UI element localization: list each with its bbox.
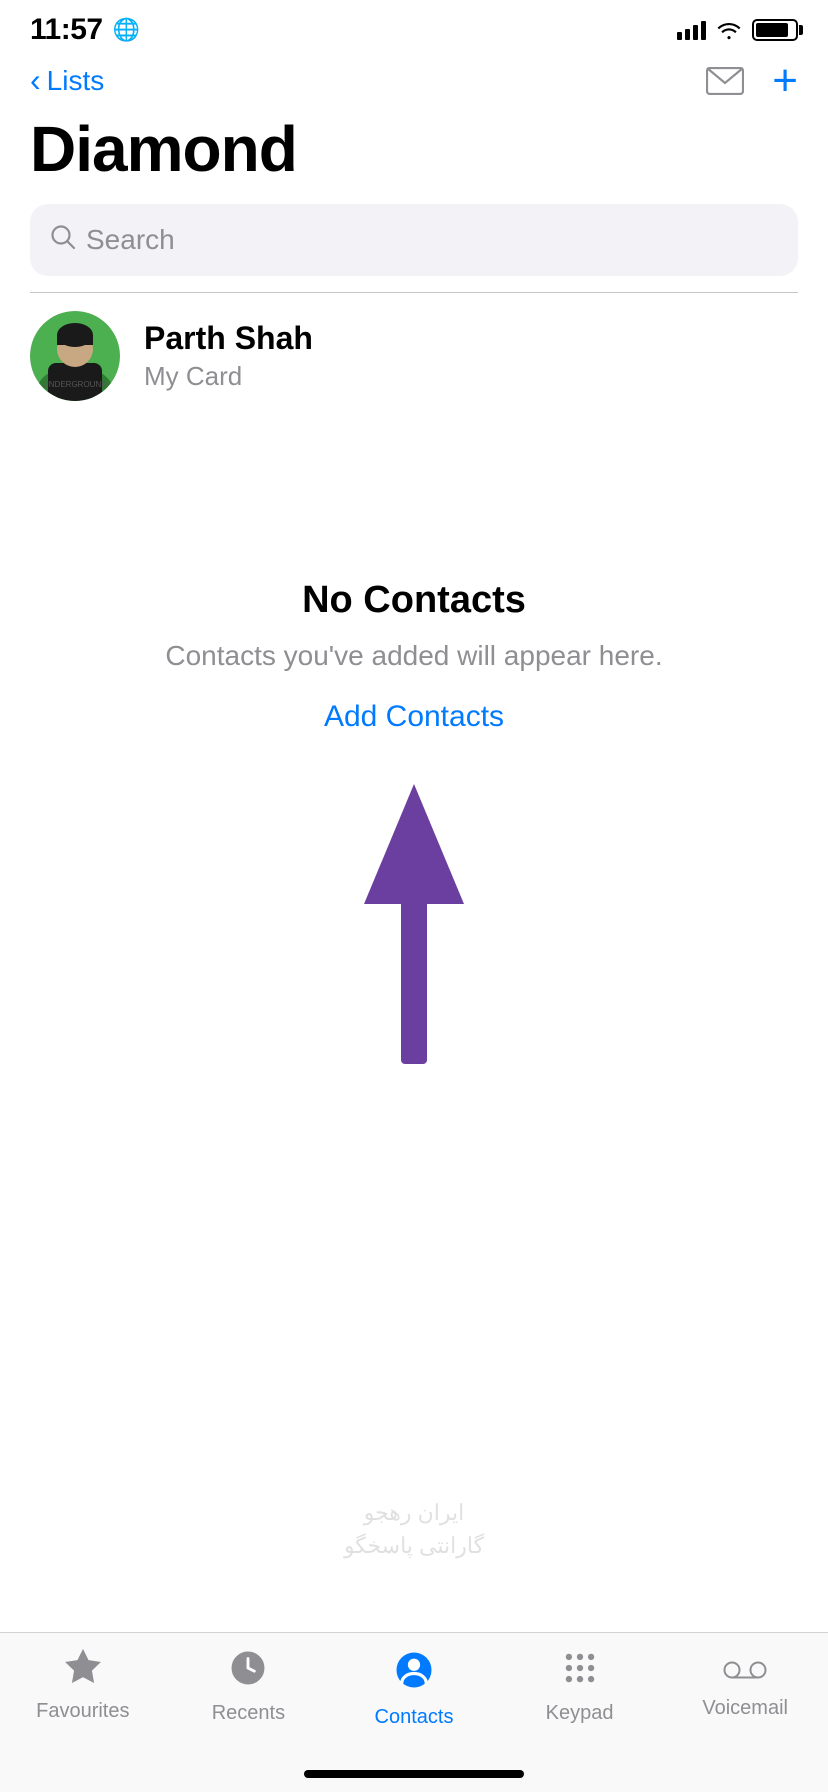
tab-voicemail[interactable]: Voicemail [662,1649,828,1720]
tab-keypad-label: Keypad [546,1702,614,1725]
search-placeholder: Search [86,224,175,256]
tab-recents[interactable]: Recents [166,1649,332,1725]
nav-bar: ‹ Lists + [0,54,828,108]
contact-subtitle: My Card [144,361,313,392]
signal-icon [677,20,706,40]
add-button[interactable]: + [772,59,798,103]
battery-icon [752,19,798,41]
page-title: Diamond [30,114,798,184]
nav-right-buttons: + [706,59,798,103]
star-icon [64,1649,102,1694]
clock-icon [229,1649,267,1696]
tab-voicemail-label: Voicemail [702,1697,788,1720]
arrow-indicator [0,784,828,1064]
mail-button[interactable] [706,67,744,95]
svg-text:UNDERGROUND: UNDERGROUND [43,380,107,389]
globe-icon: 🌐 [113,17,140,43]
home-indicator [304,1770,524,1778]
person-icon [393,1649,435,1700]
tab-contacts[interactable]: Contacts [331,1649,497,1729]
search-bar[interactable]: Search [30,204,798,276]
tab-keypad[interactable]: Keypad [497,1649,663,1725]
contact-name: Parth Shah [144,320,313,357]
status-bar: 11:57 🌐 [0,0,828,54]
search-container: Search [0,204,828,292]
tab-favourites[interactable]: Favourites [0,1649,166,1723]
tab-recents-label: Recents [212,1702,285,1725]
empty-title: No Contacts [302,579,526,622]
status-icons [677,19,798,41]
tab-contacts-label: Contacts [375,1706,454,1729]
tab-bar: Favourites Recents Contacts [0,1632,828,1792]
contact-info: Parth Shah My Card [144,320,313,392]
keypad-icon [561,1649,599,1696]
watermark: ایران رهجو گارانتی پاسخگو [264,1496,564,1562]
voicemail-icon [723,1649,767,1691]
page-title-section: Diamond [0,108,828,204]
back-button[interactable]: ‹ Lists [30,65,104,97]
search-icon [50,224,76,257]
empty-state: No Contacts Contacts you've added will a… [0,519,828,773]
empty-subtitle: Contacts you've added will appear here. [165,636,662,675]
status-time: 11:57 [30,13,103,47]
add-contacts-button[interactable]: Add Contacts [324,700,504,734]
my-card-row[interactable]: UNDERGROUND Parth Shah My Card [0,293,828,419]
avatar: UNDERGROUND [30,311,120,401]
chevron-left-icon: ‹ [30,64,41,96]
tab-favourites-label: Favourites [36,1700,129,1723]
wifi-icon [716,20,742,40]
